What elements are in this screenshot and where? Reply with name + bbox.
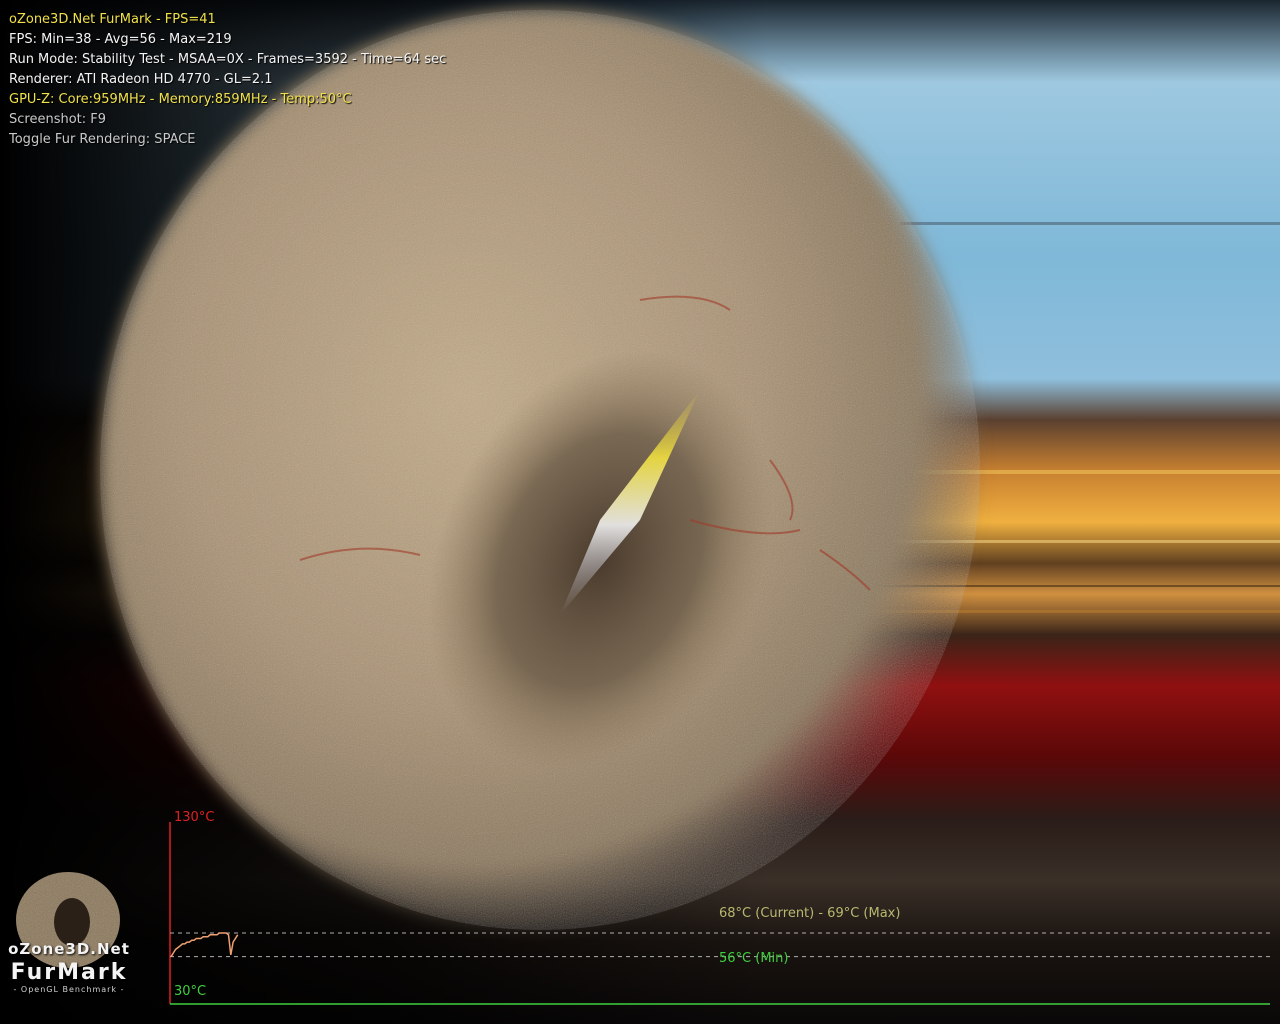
screenshot-hint-line: Screenshot: F9 [9,112,107,127]
furmark-render-viewport [0,0,1280,1024]
logo-tagline: - OpenGL Benchmark - [13,985,125,994]
run-mode-line: Run Mode: Stability Test - MSAA=0X - Fra… [9,52,447,67]
logo-product: FurMark [10,960,128,985]
temp-current-max-label: 68°C (Current) - 69°C (Max) [719,906,901,921]
fps-stats-line: FPS: Min=38 - Avg=56 - Max=219 [9,32,232,47]
title-fps-line: oZone3D.Net FurMark - FPS=41 [9,12,216,27]
temp-axis-max-label: 130°C [174,810,215,825]
logo-site: oZone3D.Net [8,940,130,958]
temp-min-label: 56°C (Min) [719,951,789,966]
toggle-fur-hint-line: Toggle Fur Rendering: SPACE [9,132,196,147]
gpuz-line: GPU-Z: Core:959MHz - Memory:859MHz - Tem… [9,92,352,107]
temp-axis-min-label: 30°C [174,984,207,999]
renderer-line: Renderer: ATI Radeon HD 4770 - GL=2.1 [9,72,273,87]
stats-overlay: oZone3D.Net FurMark - FPS=41 FPS: Min=38… [9,10,446,150]
